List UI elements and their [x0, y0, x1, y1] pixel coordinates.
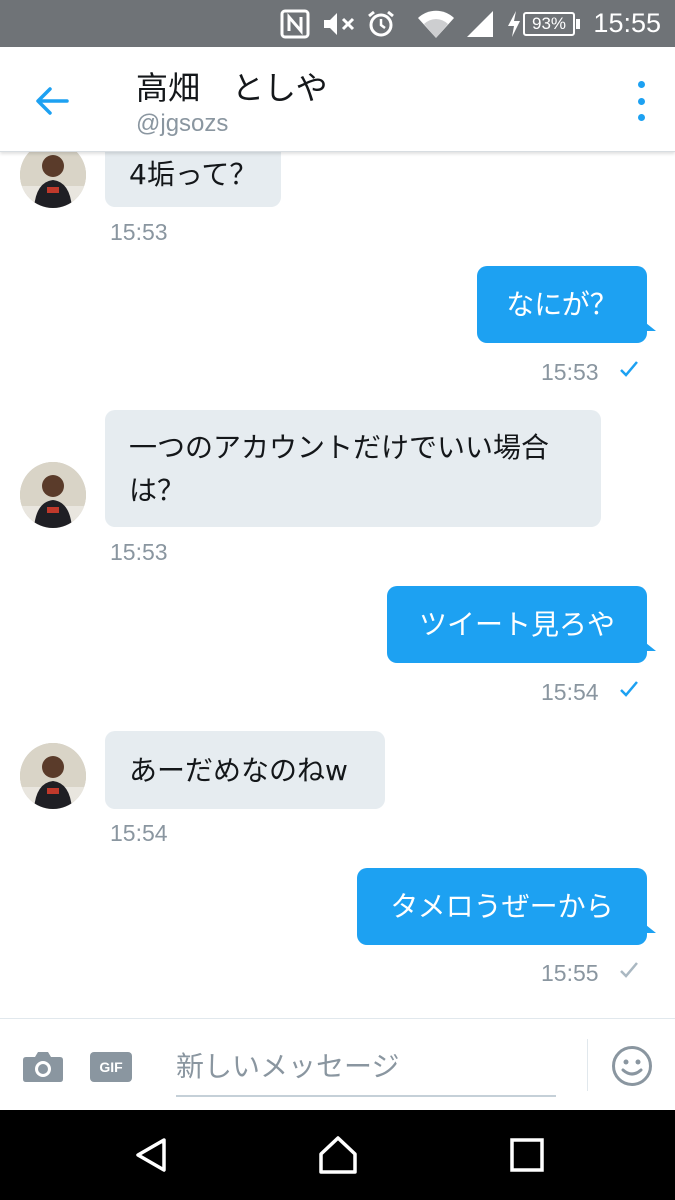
emoji-icon — [612, 1046, 652, 1086]
message-bubble-received[interactable]: あーだめなのねw — [105, 731, 385, 809]
message-bubble-received[interactable]: 一つのアカウントだけでいい場合は？ — [105, 410, 601, 527]
message-text: 一つのアカウントだけでいい場合は？ — [129, 430, 550, 507]
camera-icon — [23, 1052, 63, 1082]
message-thread[interactable]: 4垢って？ 15:53 なにが？ 15:53 一つのアカウントだけでいい場合は？… — [0, 152, 675, 1018]
message-bubble-sent[interactable]: なにが？ — [477, 266, 656, 343]
recents-square-icon — [510, 1138, 544, 1172]
status-bar: 93% 15:55 — [0, 0, 675, 47]
avatar[interactable] — [20, 462, 86, 528]
read-check-icon — [619, 677, 639, 705]
status-time: 15:55 — [593, 8, 661, 38]
message-bubble-sent[interactable]: タメロうぜーから — [357, 868, 656, 945]
contact-handle: @jgsozs — [136, 110, 229, 137]
message-bubble-received[interactable]: 4垢って？ — [105, 152, 282, 207]
message-timestamp: 15:53 — [110, 219, 168, 245]
message-timestamp: 15:54 — [541, 679, 599, 705]
message-text: ツイート見ろや — [418, 608, 615, 641]
message-composer: GIF — [0, 1018, 675, 1110]
message-timestamp: 15:55 — [541, 960, 599, 986]
back-triangle-icon — [136, 1138, 166, 1172]
message-timestamp: 15:53 — [541, 359, 599, 385]
message-timestamp: 15:53 — [110, 539, 168, 565]
composer-divider — [587, 1039, 588, 1091]
camera-button[interactable] — [22, 1049, 64, 1083]
message-text: タメロうぜーから — [390, 890, 614, 923]
avatar[interactable] — [20, 743, 86, 809]
nav-recents-button[interactable] — [507, 1135, 547, 1175]
nav-back-button[interactable] — [131, 1135, 171, 1175]
more-dot-icon — [637, 114, 645, 121]
signal-icon — [465, 0, 495, 47]
message-timestamp: 15:54 — [110, 820, 168, 846]
wifi-icon — [417, 0, 455, 47]
emoji-button[interactable] — [611, 1045, 653, 1087]
more-dot-icon — [637, 97, 645, 105]
contact-name: 高畑 としや — [136, 69, 328, 107]
message-input[interactable] — [176, 1037, 556, 1097]
charging-icon — [505, 0, 523, 47]
battery-icon: 93% — [523, 0, 580, 47]
back-button[interactable] — [30, 79, 74, 123]
more-dot-icon — [637, 81, 645, 88]
nfc-icon — [280, 0, 310, 47]
battery-level: 93% — [531, 13, 567, 33]
conversation-header: 高畑 としや @jgsozs — [0, 47, 675, 152]
message-text: あーだめなのねw — [129, 753, 348, 787]
home-icon — [319, 1136, 357, 1174]
alarm-icon — [366, 0, 396, 47]
mute-icon — [322, 0, 358, 47]
nav-home-button[interactable] — [318, 1135, 358, 1175]
system-navigation-bar — [0, 1110, 675, 1200]
read-check-icon — [619, 357, 639, 385]
message-text: なにが？ — [506, 288, 618, 321]
avatar[interactable] — [20, 152, 86, 208]
back-arrow-icon — [36, 87, 69, 115]
more-options-button[interactable] — [631, 81, 651, 121]
sent-check-icon — [619, 958, 639, 986]
gif-button[interactable]: GIF — [90, 1052, 132, 1082]
gif-label: GIF — [99, 1059, 123, 1075]
message-text: 4垢って？ — [129, 158, 258, 191]
message-bubble-sent[interactable]: ツイート見ろや — [387, 586, 656, 663]
